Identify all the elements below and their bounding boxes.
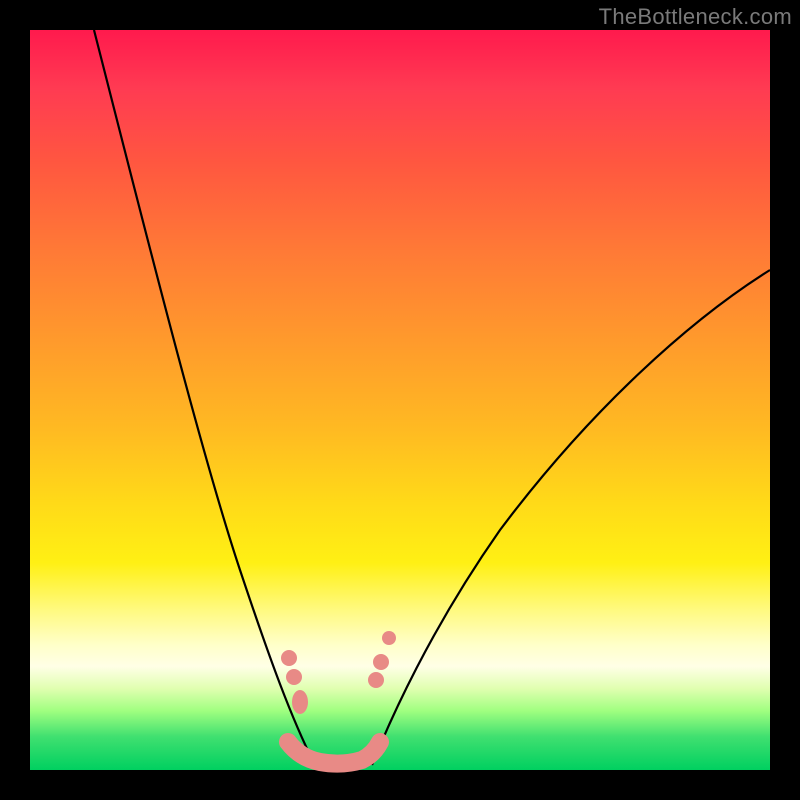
watermark-text: TheBottleneck.com	[599, 4, 792, 30]
marker-dot	[286, 669, 302, 685]
marker-dot	[281, 650, 297, 666]
curves-svg	[30, 30, 770, 770]
trough-band	[288, 742, 380, 764]
marker-dot	[373, 654, 389, 670]
right-curve	[372, 270, 770, 765]
marker-dot	[368, 672, 384, 688]
plot-area	[30, 30, 770, 770]
chart-frame: TheBottleneck.com	[0, 0, 800, 800]
marker-dot	[292, 690, 308, 714]
marker-dot	[382, 631, 396, 645]
